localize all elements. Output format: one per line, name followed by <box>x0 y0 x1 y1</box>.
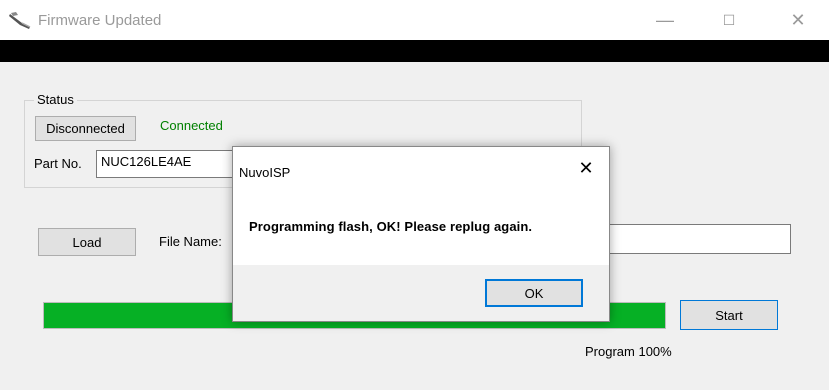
progress-status: Program 100% <box>585 344 672 359</box>
close-button[interactable]: ✕ <box>775 0 821 40</box>
load-button-label: Load <box>72 234 102 250</box>
ok-button[interactable]: OK <box>485 279 583 307</box>
minimize-button[interactable]: — <box>642 0 688 40</box>
message-dialog: NuvoISP ✕ Programming flash, OK! Please … <box>232 146 610 322</box>
app-window: Firmware Updated — ☐ ✕ Status Disconnect… <box>0 0 829 390</box>
start-button-label: Start <box>715 307 743 323</box>
dialog-footer: OK <box>233 265 609 321</box>
header-bar <box>0 40 829 62</box>
disconnected-button-label: Disconnected <box>46 121 125 136</box>
dialog-close-button[interactable]: ✕ <box>563 153 609 183</box>
start-button[interactable]: Start <box>680 300 778 330</box>
dialog-title: NuvoISP <box>239 165 291 180</box>
tool-icon <box>9 12 31 29</box>
connection-status: Connected <box>160 118 223 133</box>
minimize-icon: — <box>656 9 674 30</box>
part-no-label: Part No. <box>34 156 82 171</box>
disconnected-button[interactable]: Disconnected <box>35 116 136 141</box>
part-no-field[interactable]: NUC126LE4AE <box>96 150 246 178</box>
maximize-button[interactable]: ☐ <box>706 0 752 40</box>
close-icon: ✕ <box>790 9 806 30</box>
load-button[interactable]: Load <box>38 228 136 256</box>
ok-button-label: OK <box>524 285 544 301</box>
part-no-value: NUC126LE4AE <box>101 154 192 169</box>
status-group-label: Status <box>34 92 77 107</box>
dialog-message: Programming flash, OK! Please replug aga… <box>249 219 533 234</box>
close-icon: ✕ <box>578 157 594 178</box>
file-name-label: File Name: <box>159 234 222 249</box>
maximize-icon: ☐ <box>722 11 736 28</box>
title-bar[interactable]: Firmware Updated — ☐ ✕ <box>0 0 829 40</box>
window-title: Firmware Updated <box>38 12 162 29</box>
